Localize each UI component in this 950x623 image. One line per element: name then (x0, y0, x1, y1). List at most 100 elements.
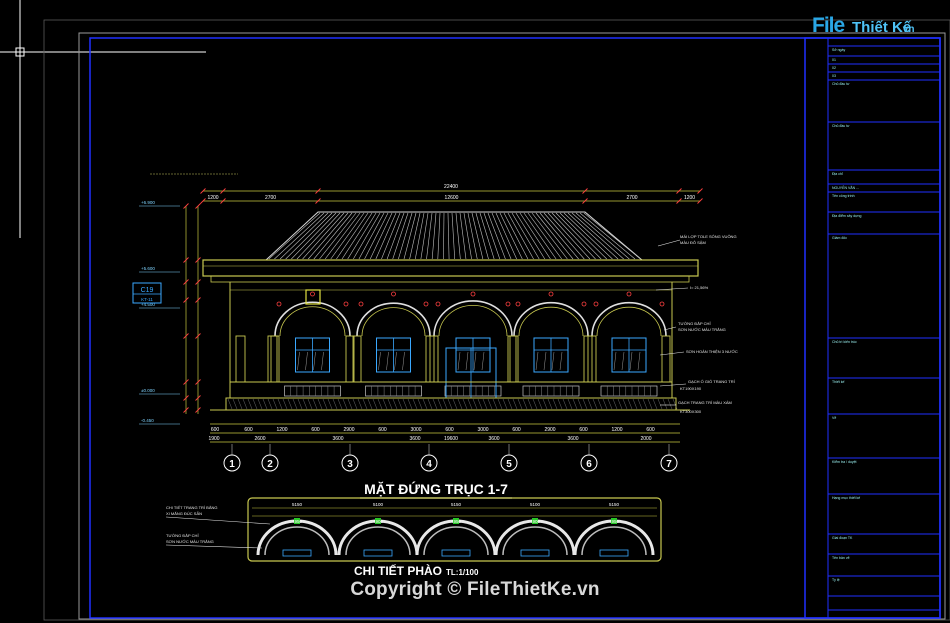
title-block-row: Chủ trì kiến trúc (832, 340, 857, 344)
bottom-dim-text: 2600 (254, 436, 265, 442)
bottom-dim-text: 600 (646, 427, 655, 433)
svg-text:5150: 5150 (609, 502, 620, 507)
bottom-dim-text: 2900 (544, 427, 555, 433)
bottom-dim-text: 3600 (488, 436, 499, 442)
eave-fascia (202, 259, 699, 277)
annotation-note: KT300X300 (680, 409, 702, 414)
svg-text:5150: 5150 (451, 502, 462, 507)
detail-note: TƯỜNG ĐẮP CHỈ (166, 533, 199, 538)
title-block-row: Vẽ (832, 416, 836, 420)
annotation-note: TƯỜNG ĐẮP CHỈ (678, 321, 711, 326)
annotation-note: MÀU ĐỎ SẬM (680, 240, 706, 245)
svg-text:2: 2 (267, 459, 273, 470)
bottom-dim-text: 1200 (611, 427, 622, 433)
bottom-dim-text: 3600 (409, 436, 420, 442)
svg-text:5100: 5100 (373, 502, 384, 507)
title-block-row: Tên bản vẽ (832, 556, 850, 560)
annotation-note: SƠN NƯỚC MÀU TRẮNG (678, 327, 726, 332)
section-tag-sub: KT-11 (141, 297, 153, 302)
annotation-note: KT190X190 (680, 386, 702, 391)
detail-arch: 5100 4900 (494, 502, 576, 557)
svg-text:5: 5 (506, 459, 512, 470)
detail-arch: 5100 4900 (337, 502, 419, 557)
elevation-arch (270, 291, 355, 397)
annotation-note: MÁI LỢP TOLE SÓNG VUÔNG (680, 234, 737, 239)
axis-bubble: 1 (223, 444, 241, 472)
detail-arch: 5150 4950 (573, 502, 655, 557)
title-block-row: Giám đốc (832, 236, 847, 240)
title-block-row: Giai đoạn TK (832, 536, 853, 540)
bottom-dim-text: 600 (211, 427, 220, 433)
bottom-dim-text: 3600 (332, 436, 343, 442)
detail-note: XI MĂNG ĐÚC SẴN (166, 511, 202, 516)
bottom-dim-text: 600 (512, 427, 521, 433)
elevation-drawing: 22400 1200 2700 12600 2700 1200 +6.900+5.600… (132, 173, 738, 499)
bottom-dim-text: 600 (579, 427, 588, 433)
watermark-brand-first: File (812, 14, 845, 37)
annotation-note: GẠCH TRANG TRÍ MÀU XÁM (678, 400, 732, 405)
bottom-dim-text: 1900 (208, 436, 219, 442)
svg-text:4950: 4950 (451, 519, 462, 524)
detail-scale: TL:1/100 (446, 568, 479, 577)
axis-bubble: 6 (580, 444, 598, 472)
title-block-row: Địa điểm xây dựng (832, 214, 861, 218)
section-tag-label: C19 (141, 287, 154, 294)
elevation-arch (509, 291, 593, 397)
annotation-note: I= 21,56% (690, 285, 709, 290)
title-block-row: Chủ đầu tư (832, 82, 850, 86)
cornice-detail: 5150 4950 5100 4900 5150 4950 5100 4900 5150 4950… (165, 497, 662, 578)
axis-bubble: 4 (420, 444, 438, 472)
level-marker: -0.450 (141, 418, 154, 423)
title-block-row: Địa chỉ (832, 172, 843, 176)
bottom-total-dim: 19600 (444, 436, 458, 442)
copyright-watermark: Copyright © FileThietKe.vn (350, 579, 600, 600)
svg-text:1: 1 (229, 459, 235, 470)
crosshair-cursor (0, 0, 206, 238)
bottom-dim-text: 3000 (477, 427, 488, 433)
level-marker: +5.600 (141, 266, 155, 271)
bottom-dim-text: 1200 (276, 427, 287, 433)
bottom-dim-text: 2000 (640, 436, 651, 442)
title-block-row: 02 (832, 66, 836, 70)
elevation-arch (587, 291, 671, 397)
annotation-note: GẠCH Ố GIÓ TRANG TRÍ (688, 379, 736, 384)
bottom-dim-text: 600 (244, 427, 253, 433)
svg-text:4950: 4950 (609, 519, 620, 524)
roof (264, 211, 644, 261)
svg-text:4900: 4900 (373, 519, 384, 524)
bottom-dim-text: 3600 (567, 436, 578, 442)
title-block: Sở ngày 01 02 03 Chủ đầu tư Chủ đầu tư Địa chỉ… (804, 37, 941, 619)
bottom-dim-text: 600 (445, 427, 454, 433)
cad-drawing-canvas[interactable]: Sở ngày 01 02 03 Chủ đầu tư Chủ đầu tư Địa chỉ… (0, 0, 950, 623)
detail-note: SƠN NƯỚC MÀU TRẮNG (166, 539, 214, 544)
top-dim-text: 2700 (626, 195, 637, 201)
title-block-row: Sở ngày (832, 48, 845, 52)
detail-arch: 5150 4950 (256, 502, 338, 557)
svg-text:5100: 5100 (530, 502, 541, 507)
elevation-title: MẶT ĐỨNG TRỤC 1-7 (364, 480, 508, 497)
title-block-row: Chủ đầu tư (832, 124, 850, 128)
top-dim-text: 2700 (265, 195, 276, 201)
sheet-border (43, 19, 950, 621)
title-block-row: Hạng mục thiết kế (832, 496, 860, 500)
svg-text:5150: 5150 (292, 502, 303, 507)
bottom-dim-text: 600 (378, 427, 387, 433)
detail-arch: 5150 4950 (415, 502, 497, 557)
title-block-row: 01 (832, 58, 836, 62)
level-marker: ±0.000 (141, 388, 155, 393)
top-dim-text: 1200 (684, 195, 695, 201)
axis-bubble: 5 (500, 444, 518, 472)
title-block-row: Thiết kế (832, 380, 845, 384)
svg-text:4900: 4900 (530, 519, 541, 524)
title-block-row: NGUYỄN VĂN ... (832, 185, 859, 190)
top-dim-text: 1200 (207, 195, 218, 201)
column (235, 335, 246, 383)
svg-text:4950: 4950 (292, 519, 303, 524)
svg-text:4: 4 (426, 459, 432, 470)
axis-bubble: 7 (660, 444, 678, 472)
detail-note: CHI TIẾT TRANG TRÍ BẰNG (166, 505, 218, 510)
annotation-note: SƠN HOÀN THIỆN 3 NƯỚC (686, 349, 738, 354)
axis-bubble: 3 (341, 444, 359, 472)
elevation-arch (352, 291, 435, 397)
title-block-row: Kiểm tra / duyệt (832, 460, 857, 464)
